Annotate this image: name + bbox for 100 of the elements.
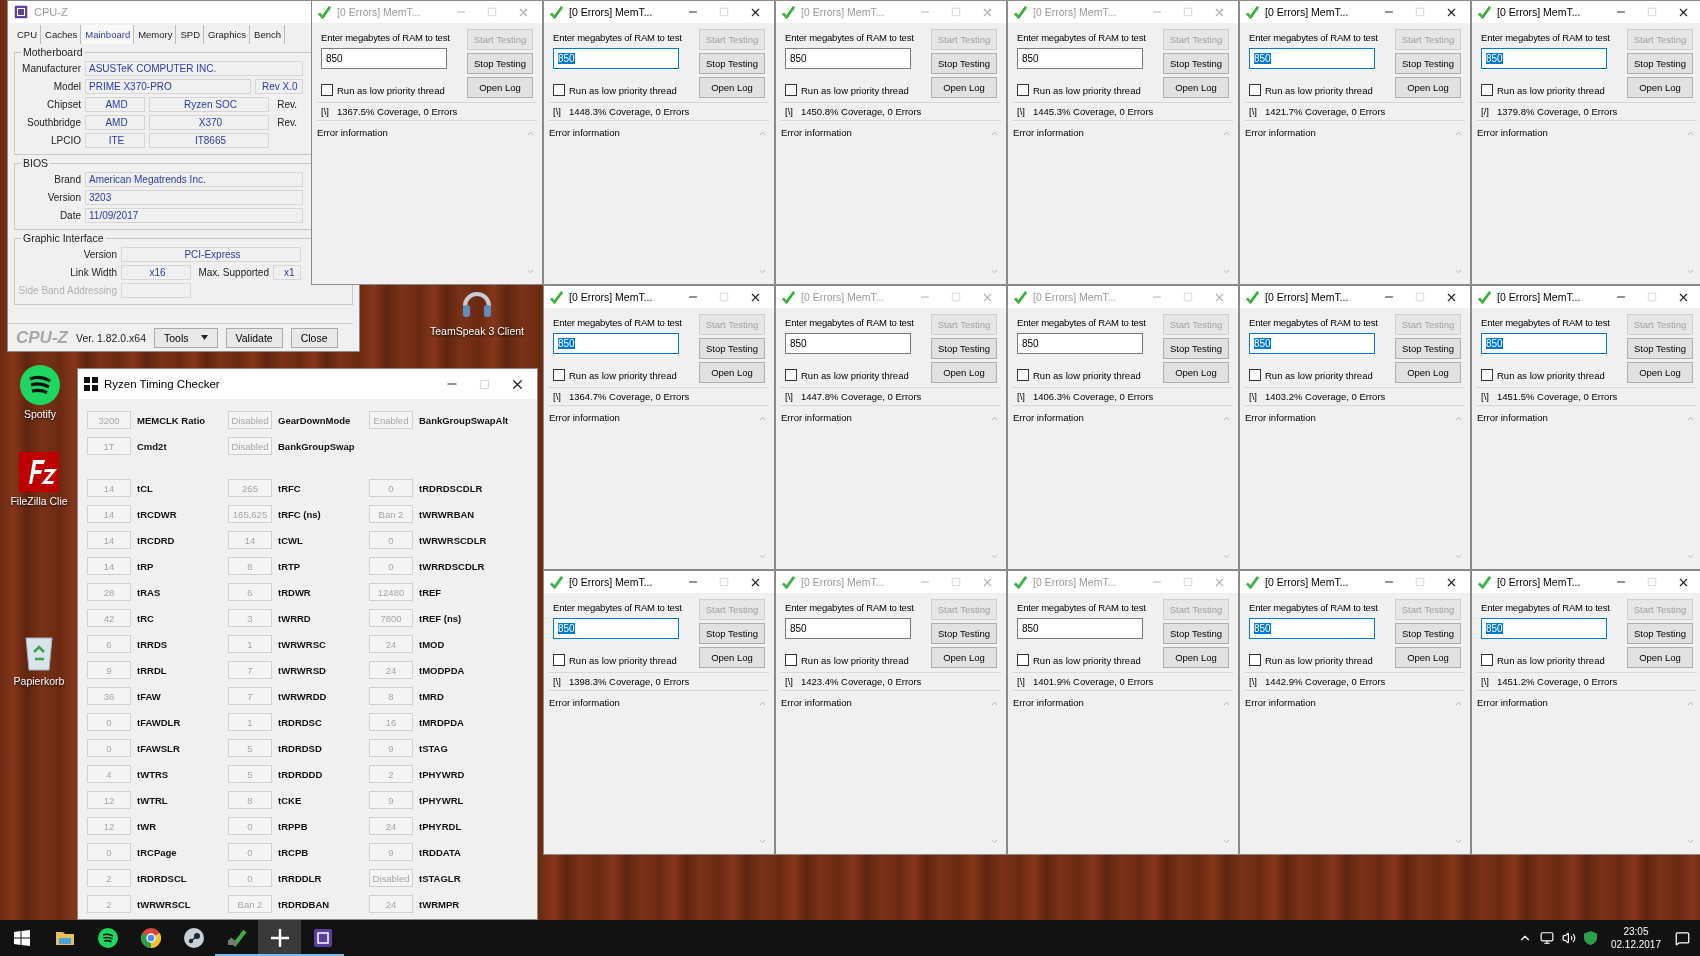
scroll-down-icon[interactable]: [1453, 837, 1463, 846]
scroll-down-icon[interactable]: [1221, 552, 1231, 561]
action-button[interactable]: Open Log: [699, 77, 765, 98]
clock[interactable]: 23:05 02.12.2017: [1604, 925, 1667, 951]
action-button[interactable]: Stop Testing: [699, 338, 765, 359]
low-priority-checkbox[interactable]: Run as low priority thread: [1017, 654, 1155, 666]
scroll-down-icon[interactable]: [525, 267, 535, 276]
action-button[interactable]: Open Log: [699, 647, 765, 668]
action-button[interactable]: Stop Testing: [1163, 53, 1229, 74]
action-button[interactable]: Open Log: [1163, 647, 1229, 668]
scroll-down-icon[interactable]: [757, 267, 767, 276]
action-button[interactable]: Open Log: [467, 77, 533, 98]
low-priority-checkbox[interactable]: Run as low priority thread: [1249, 369, 1387, 381]
scroll-down-icon[interactable]: [1685, 552, 1695, 561]
low-priority-checkbox[interactable]: Run as low priority thread: [1249, 84, 1387, 96]
scroll-up-icon[interactable]: [1453, 414, 1463, 423]
scroll-up-icon[interactable]: [1221, 699, 1231, 708]
action-button[interactable]: Stop Testing: [1627, 623, 1693, 644]
ram-input-field[interactable]: 850: [553, 618, 679, 639]
scroll-up-icon[interactable]: [1453, 699, 1463, 708]
low-priority-checkbox[interactable]: Run as low priority thread: [1017, 84, 1155, 96]
action-button[interactable]: Open Log: [1627, 77, 1693, 98]
scroll-up-icon[interactable]: [525, 129, 535, 138]
scroll-up-icon[interactable]: [1453, 129, 1463, 138]
footer-button[interactable]: Tools: [154, 327, 218, 348]
tab[interactable]: Memory: [135, 25, 177, 44]
scroll-up-icon[interactable]: [757, 129, 767, 138]
action-button[interactable]: Stop Testing: [1395, 53, 1461, 74]
action-button[interactable]: Stop Testing: [1163, 338, 1229, 359]
scroll-up-icon[interactable]: [989, 699, 999, 708]
scroll-up-icon[interactable]: [1221, 129, 1231, 138]
maximize-icon[interactable]: [951, 577, 961, 587]
maximize-icon[interactable]: [1647, 577, 1657, 587]
tab[interactable]: Caches: [42, 25, 82, 44]
action-button[interactable]: Stop Testing: [699, 623, 765, 644]
checkbox[interactable]: [1249, 84, 1261, 96]
scroll-down-icon[interactable]: [989, 267, 999, 276]
ram-input-field[interactable]: 850: [321, 48, 447, 69]
action-button[interactable]: Open Log: [1395, 77, 1461, 98]
action-button[interactable]: Stop Testing: [931, 53, 997, 74]
scroll-up-icon[interactable]: [1685, 414, 1695, 423]
action-button[interactable]: Stop Testing: [931, 623, 997, 644]
scroll-down-icon[interactable]: [1221, 837, 1231, 846]
checkbox[interactable]: [1017, 369, 1029, 381]
desktop-icon-label[interactable]: Spotify: [23, 408, 57, 420]
maximize-icon[interactable]: [951, 292, 961, 302]
desktop-icon-label[interactable]: TeamSpeak 3 Client: [430, 325, 524, 337]
action-button[interactable]: Open Log: [1395, 647, 1461, 668]
scroll-down-icon[interactable]: [1453, 267, 1463, 276]
action-button[interactable]: Stop Testing: [699, 53, 765, 74]
ram-input-field[interactable]: 850: [1017, 618, 1143, 639]
action-button[interactable]: Stop Testing: [1627, 338, 1693, 359]
taskbar-app-button[interactable]: [258, 920, 301, 956]
checkbox[interactable]: [1481, 369, 1493, 381]
action-button[interactable]: Open Log: [1395, 362, 1461, 383]
scroll-up-icon[interactable]: [989, 414, 999, 423]
scroll-down-icon[interactable]: [1685, 267, 1695, 276]
ram-input-field[interactable]: 850: [1249, 333, 1375, 354]
scroll-down-icon[interactable]: [1221, 267, 1231, 276]
low-priority-checkbox[interactable]: Run as low priority thread: [785, 369, 923, 381]
action-button[interactable]: Stop Testing: [1395, 623, 1461, 644]
maximize-icon[interactable]: [719, 292, 729, 302]
scroll-down-icon[interactable]: [989, 552, 999, 561]
tab[interactable]: CPU: [14, 25, 42, 44]
shield-icon[interactable]: [1583, 931, 1597, 945]
desktop-icon-label[interactable]: FileZilla Clie: [10, 495, 68, 507]
low-priority-checkbox[interactable]: Run as low priority thread: [553, 654, 691, 666]
ram-input-field[interactable]: 850: [1481, 48, 1607, 69]
low-priority-checkbox[interactable]: Run as low priority thread: [1017, 369, 1155, 381]
action-button[interactable]: Open Log: [931, 362, 997, 383]
ram-input-field[interactable]: 850: [1249, 618, 1375, 639]
action-button[interactable]: Stop Testing: [1627, 53, 1693, 74]
ram-input-field[interactable]: 850: [1481, 618, 1607, 639]
action-button[interactable]: Stop Testing: [1395, 338, 1461, 359]
footer-button[interactable]: Validate: [225, 327, 283, 348]
ram-input-field[interactable]: 850: [1017, 333, 1143, 354]
low-priority-checkbox[interactable]: Run as low priority thread: [785, 654, 923, 666]
scroll-down-icon[interactable]: [1685, 837, 1695, 846]
maximize-icon[interactable]: [1647, 292, 1657, 302]
maximize-icon[interactable]: [1647, 7, 1657, 17]
tab[interactable]: Bench: [251, 25, 285, 44]
action-button[interactable]: Stop Testing: [467, 53, 533, 74]
maximize-icon[interactable]: [487, 7, 497, 17]
low-priority-checkbox[interactable]: Run as low priority thread: [321, 84, 459, 96]
scroll-up-icon[interactable]: [757, 414, 767, 423]
action-button[interactable]: Open Log: [1163, 77, 1229, 98]
action-button[interactable]: Stop Testing: [931, 338, 997, 359]
maximize-icon[interactable]: [1415, 577, 1425, 587]
scroll-up-icon[interactable]: [1685, 699, 1695, 708]
low-priority-checkbox[interactable]: Run as low priority thread: [1481, 84, 1619, 96]
desktop-icon-label[interactable]: Papierkorb: [13, 675, 65, 687]
action-button[interactable]: Stop Testing: [1163, 623, 1229, 644]
maximize-icon[interactable]: [719, 577, 729, 587]
checkbox[interactable]: [553, 369, 565, 381]
ram-input-field[interactable]: 850: [785, 48, 911, 69]
checkbox[interactable]: [785, 369, 797, 381]
footer-button[interactable]: Close: [290, 327, 338, 348]
action-button[interactable]: Open Log: [931, 77, 997, 98]
checkbox[interactable]: [1249, 654, 1261, 666]
action-button[interactable]: Open Log: [1627, 647, 1693, 668]
